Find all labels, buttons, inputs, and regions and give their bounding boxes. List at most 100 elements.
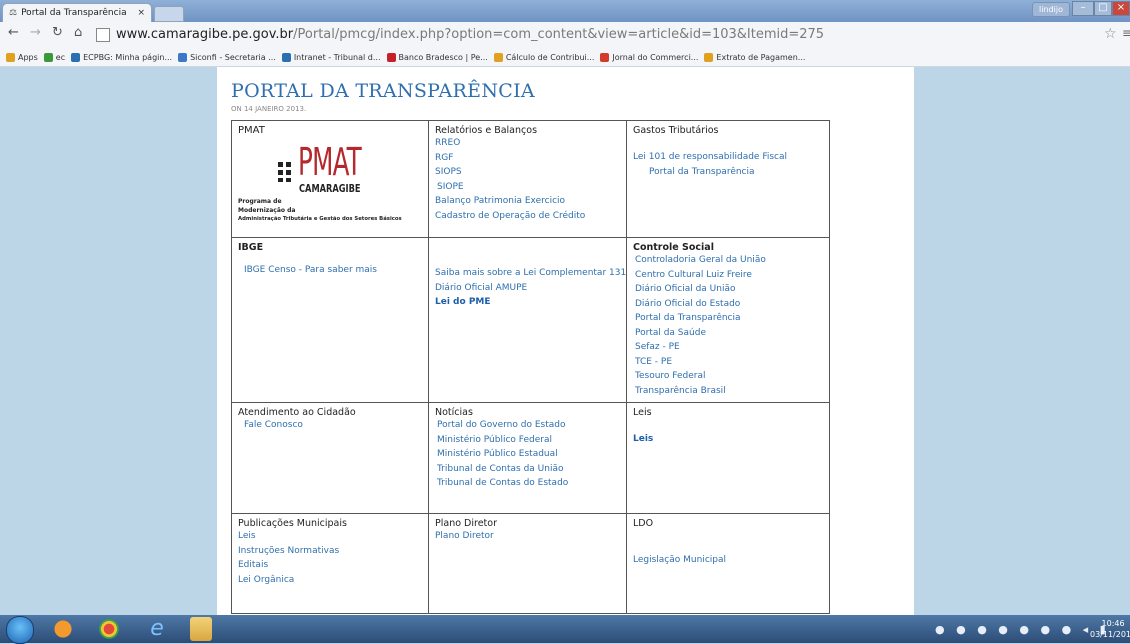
start-button-icon[interactable] bbox=[6, 616, 34, 644]
pmat-logo[interactable]: PMAT CAMARAGIBE Programa de Modernização… bbox=[238, 138, 422, 226]
chrome-icon[interactable] bbox=[92, 617, 126, 641]
controle-social-link[interactable]: Diário Oficial da União bbox=[635, 282, 823, 297]
back-arrow-icon[interactable]: ← bbox=[8, 25, 19, 40]
url-host: www.camaragibe.pe.gov.br bbox=[116, 27, 294, 42]
cell-plano-diretor: Plano Diretor Plano Diretor bbox=[428, 513, 627, 614]
link-lei-complementar-131[interactable]: Saiba mais sobre a Lei Complementar 131 bbox=[435, 266, 626, 281]
controle-social-link[interactable]: Portal da Transparência bbox=[635, 311, 823, 326]
tab-close-icon[interactable]: × bbox=[137, 8, 145, 18]
bookmark-item[interactable]: ECPBG: Minha págin... bbox=[71, 52, 172, 62]
noticias-link[interactable]: Ministério Público Estadual bbox=[437, 447, 620, 462]
bookmark-item[interactable]: Apps bbox=[6, 52, 38, 62]
system-tray-icons[interactable]: ● ● ● ● ● ● ● ◂ ▮ bbox=[935, 623, 1110, 636]
cell-publicacoes: Publicações Municipais Leis Instruções No… bbox=[231, 513, 429, 614]
link-portal-transparencia[interactable]: Portal da Transparência bbox=[633, 165, 823, 180]
address-bar[interactable]: www.camaragibe.pe.gov.br/Portal/pmcg/ind… bbox=[96, 25, 1106, 45]
controle-social-link[interactable]: Diário Oficial do Estado bbox=[635, 297, 823, 312]
minimize-icon[interactable]: – bbox=[1072, 1, 1094, 16]
controle-social-link[interactable]: Sefaz - PE bbox=[635, 340, 823, 355]
tab-title: Portal da Transparência bbox=[21, 8, 127, 18]
link-fale-conosco[interactable]: Fale Conosco bbox=[238, 418, 422, 433]
atendimento-heading: Atendimento ao Cidadão bbox=[238, 407, 356, 418]
relatorios-link[interactable]: SIOPS bbox=[435, 165, 620, 180]
file-explorer-icon[interactable] bbox=[190, 617, 212, 641]
calculo-icon bbox=[493, 52, 503, 62]
link-ibge-censo[interactable]: IBGE Censo - Para saber mais bbox=[238, 263, 422, 278]
link-lei-101[interactable]: Lei 101 de responsabilidade Fiscal bbox=[633, 150, 823, 165]
page-date: ON 14 JANEIRO 2013. bbox=[231, 105, 307, 113]
publicacoes-link[interactable]: Editais bbox=[238, 558, 422, 573]
internet-explorer-icon[interactable]: e bbox=[140, 617, 174, 641]
bookmark-item[interactable]: Cálculo de Contribui... bbox=[493, 52, 594, 62]
page-background: PORTAL DA TRANSPARÊNCIA ON 14 JANEIRO 20… bbox=[0, 67, 1130, 615]
publicacoes-heading: Publicações Municipais bbox=[238, 518, 347, 529]
gastos-heading: Gastos Tributários bbox=[633, 125, 719, 136]
bookmark-item[interactable]: Jornal do Commerci... bbox=[600, 52, 699, 62]
new-tab-button[interactable] bbox=[154, 6, 184, 22]
intranet-icon bbox=[281, 52, 291, 62]
link-plano-diretor[interactable]: Plano Diretor bbox=[435, 529, 620, 544]
publicacoes-link[interactable]: Instruções Normativas bbox=[238, 544, 422, 559]
link-leis[interactable]: Leis bbox=[633, 434, 823, 444]
home-icon[interactable]: ⌂ bbox=[74, 25, 82, 40]
bookmark-item[interactable]: ec bbox=[43, 52, 66, 62]
menu-icon[interactable]: ≡ bbox=[1122, 26, 1130, 40]
relatorios-heading: Relatórios e Balanços bbox=[435, 125, 538, 136]
publicacoes-link[interactable]: Leis bbox=[238, 529, 422, 544]
noticias-link[interactable]: Portal do Governo do Estado bbox=[437, 418, 620, 433]
bookmark-star-icon[interactable]: ☆ bbox=[1104, 26, 1117, 42]
plano-heading: Plano Diretor bbox=[435, 518, 497, 529]
controle-social-link[interactable]: TCE - PE bbox=[635, 355, 823, 370]
bookmark-label: Jornal do Commerci... bbox=[612, 52, 699, 62]
bookmark-item[interactable]: Banco Bradesco | Pe... bbox=[386, 52, 488, 62]
link-diario-amupe[interactable]: Diário Oficial AMUPE bbox=[435, 281, 620, 296]
bookmark-item[interactable]: Intranet - Tribunal d... bbox=[281, 52, 381, 62]
browser-tab[interactable]: ⚖ Portal da Transparência × bbox=[2, 3, 152, 22]
noticias-link[interactable]: Tribunal de Contas da União bbox=[437, 462, 620, 477]
jornal-icon bbox=[600, 52, 610, 62]
relatorios-link[interactable]: RGF bbox=[435, 151, 620, 166]
pmat-caption-2: Modernização da bbox=[238, 207, 296, 214]
ldo-heading: LDO bbox=[633, 518, 654, 529]
cell-atendimento: Atendimento ao Cidadão Fale Conosco bbox=[231, 402, 429, 514]
relatorios-link[interactable]: Cadastro de Operação de Crédito bbox=[435, 209, 620, 224]
transparency-grid: PMAT PMAT CAMARAGIBE Programa de Moderni… bbox=[231, 120, 830, 614]
window-titlebar: ⚖ Portal da Transparência × lindijo – □ … bbox=[0, 0, 1130, 22]
cell-gastos: Gastos Tributários Lei 101 de responsabi… bbox=[626, 120, 830, 238]
page-title: PORTAL DA TRANSPARÊNCIA bbox=[231, 80, 535, 102]
controle-social-link[interactable]: Transparência Brasil bbox=[635, 384, 823, 399]
pmat-caption-3: Administração Tributária e Gestão dos Se… bbox=[238, 216, 402, 222]
controle-social-link[interactable]: Centro Cultural Luiz Freire bbox=[635, 268, 823, 283]
cell-lei-complementar: Saiba mais sobre a Lei Complementar 131 … bbox=[428, 237, 627, 403]
clock-time: 10:46 bbox=[1101, 619, 1125, 628]
apps-grid-icon bbox=[6, 52, 15, 62]
link-legislacao-municipal[interactable]: Legislação Municipal bbox=[633, 553, 823, 568]
noticias-link[interactable]: Ministério Público Federal bbox=[437, 433, 620, 448]
noticias-link[interactable]: Tribunal de Contas do Estado bbox=[437, 476, 620, 491]
maximize-icon[interactable]: □ bbox=[1094, 1, 1112, 16]
media-player-icon[interactable] bbox=[46, 617, 80, 641]
controle-social-link[interactable]: Controladoria Geral da União bbox=[635, 253, 823, 268]
publicacoes-link[interactable]: Lei Orgânica bbox=[238, 573, 422, 588]
pmat-logo-text: PMAT bbox=[298, 140, 362, 184]
bookmark-item[interactable]: Extrato de Pagamen... bbox=[704, 52, 805, 62]
link-lei-do-pme[interactable]: Lei do PME bbox=[435, 297, 620, 307]
system-clock[interactable]: 10:46 03/11/2015 bbox=[1090, 618, 1130, 640]
controle-social-link[interactable]: Portal da Saúde bbox=[635, 326, 823, 341]
bradesco-icon bbox=[386, 52, 396, 62]
pmat-heading: PMAT bbox=[238, 125, 265, 136]
pmat-logo-city: CAMARAGIBE bbox=[299, 182, 361, 195]
windows-taskbar: e ● ● ● ● ● ● ● ◂ ▮ 10:46 03/11/2015 bbox=[0, 615, 1130, 644]
bookmarks-bar: Apps ec ECPBG: Minha págin... Siconfi - Sec… bbox=[0, 48, 1130, 67]
bookmark-item[interactable]: Siconfi - Secretaria ... bbox=[178, 52, 276, 62]
relatorios-link[interactable]: RREO bbox=[435, 136, 620, 151]
close-window-icon[interactable]: × bbox=[1112, 1, 1130, 16]
relatorios-link[interactable]: SIOPE bbox=[435, 180, 620, 195]
reload-icon[interactable]: ↻ bbox=[52, 25, 63, 40]
forward-arrow-icon[interactable]: → bbox=[30, 25, 41, 40]
bookmark-label: Intranet - Tribunal d... bbox=[293, 52, 381, 62]
controle-social-link[interactable]: Tesouro Federal bbox=[635, 369, 823, 384]
user-profile-button[interactable]: lindijo bbox=[1032, 2, 1070, 17]
relatorios-link[interactable]: Balanço Patrimonia Exercicio bbox=[435, 194, 620, 209]
bookmark-label: ec bbox=[55, 52, 66, 62]
